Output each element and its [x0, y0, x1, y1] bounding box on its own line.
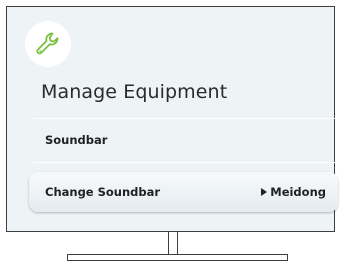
tv-stand-base — [67, 254, 288, 261]
menu-item-value: Meidong — [261, 185, 326, 199]
section-label: Soundbar — [45, 133, 108, 147]
menu-item-label: Change Soundbar — [45, 185, 161, 199]
menu-item-value-text: Meidong — [270, 185, 326, 199]
change-soundbar-item[interactable]: Change Soundbar Meidong — [29, 172, 338, 212]
page-title: Manage Equipment — [41, 81, 228, 103]
tv-stand-neck — [168, 232, 178, 255]
wrench-icon — [25, 21, 71, 67]
manage-equipment-panel: Manage Equipment Soundbar Change Soundba… — [7, 7, 338, 231]
tv-illustration: Manage Equipment Soundbar Change Soundba… — [0, 0, 341, 266]
divider — [33, 118, 335, 119]
divider — [33, 162, 335, 163]
play-arrow-icon — [261, 188, 268, 196]
